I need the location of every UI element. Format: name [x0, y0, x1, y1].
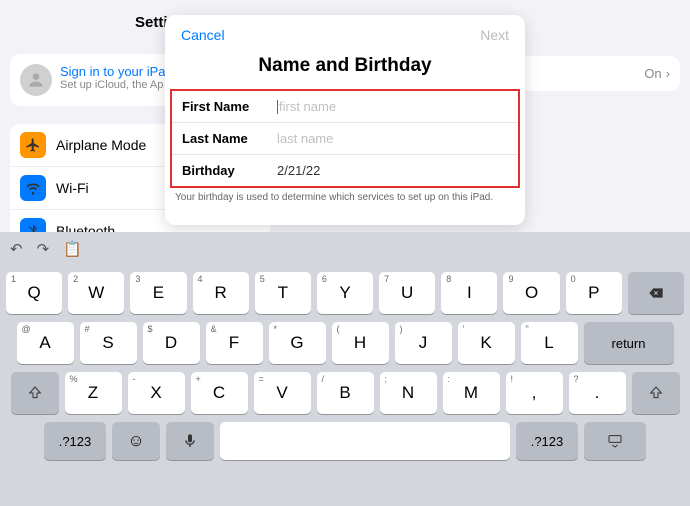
- symbols-key-right[interactable]: .?123: [516, 422, 578, 460]
- emoji-key[interactable]: ☺: [112, 422, 160, 460]
- symbols-key-left[interactable]: .?123: [44, 422, 106, 460]
- signin-link: Sign in to your iPa: [60, 64, 166, 79]
- key-,[interactable]: !,: [506, 372, 563, 414]
- key-l[interactable]: "L: [521, 322, 578, 364]
- airplane-icon: [20, 132, 46, 158]
- next-button[interactable]: Next: [480, 27, 509, 43]
- key-e[interactable]: 3E: [130, 272, 186, 314]
- key-k[interactable]: 'K: [458, 322, 515, 364]
- birthday-value[interactable]: 2/21/22: [277, 163, 320, 178]
- airplane-label: Airplane Mode: [56, 137, 146, 153]
- hide-keyboard-key[interactable]: [584, 422, 646, 460]
- text-cursor: [277, 100, 278, 114]
- backspace-key[interactable]: [628, 272, 684, 314]
- on-indicator: On ›: [530, 66, 670, 81]
- key-x[interactable]: -X: [128, 372, 185, 414]
- birthday-note: Your birthday is used to determine which…: [165, 188, 525, 207]
- key-s[interactable]: #S: [80, 322, 137, 364]
- last-name-label: Last Name: [182, 131, 277, 146]
- key-w[interactable]: 2W: [68, 272, 124, 314]
- modal-title: Name and Birthday: [165, 55, 525, 89]
- key-v[interactable]: =V: [254, 372, 311, 414]
- key-d[interactable]: $D: [143, 322, 200, 364]
- key-b[interactable]: /B: [317, 372, 374, 414]
- key-i[interactable]: 8I: [441, 272, 497, 314]
- shift-key-left[interactable]: [11, 372, 59, 414]
- key-z[interactable]: %Z: [65, 372, 122, 414]
- key-h[interactable]: (H: [332, 322, 389, 364]
- key-j[interactable]: )J: [395, 322, 452, 364]
- shift-key-right[interactable]: [632, 372, 680, 414]
- wifi-icon: [20, 175, 46, 201]
- first-name-label: First Name: [182, 99, 277, 114]
- first-name-input[interactable]: [279, 99, 508, 114]
- keyboard: ↶ ↷ 📋 1Q2W3E4R5T6Y7U8I9O0P @A#S$D&F*G(H)…: [0, 232, 690, 506]
- key-a[interactable]: @A: [17, 322, 74, 364]
- wifi-label: Wi-Fi: [56, 180, 89, 196]
- key-.[interactable]: ?.: [569, 372, 626, 414]
- name-birthday-modal: Cancel Next Name and Birthday First Name…: [165, 15, 525, 225]
- key-y[interactable]: 6Y: [317, 272, 373, 314]
- mic-key[interactable]: [166, 422, 214, 460]
- key-g[interactable]: *G: [269, 322, 326, 364]
- undo-icon[interactable]: ↶: [10, 240, 23, 258]
- key-q[interactable]: 1Q: [6, 272, 62, 314]
- birthday-label: Birthday: [182, 163, 277, 178]
- cancel-button[interactable]: Cancel: [181, 27, 225, 43]
- key-c[interactable]: +C: [191, 372, 248, 414]
- key-m[interactable]: :M: [443, 372, 500, 414]
- return-key[interactable]: return: [584, 322, 674, 364]
- avatar-icon: [20, 64, 52, 96]
- key-f[interactable]: &F: [206, 322, 263, 364]
- last-name-input[interactable]: [277, 131, 508, 146]
- key-r[interactable]: 4R: [193, 272, 249, 314]
- key-o[interactable]: 9O: [503, 272, 559, 314]
- clipboard-icon[interactable]: 📋: [63, 240, 82, 258]
- space-key[interactable]: [220, 422, 510, 460]
- signin-sub: Set up iCloud, the Ap: [60, 79, 166, 91]
- key-p[interactable]: 0P: [566, 272, 622, 314]
- chevron-right-icon: ›: [666, 66, 670, 81]
- key-n[interactable]: ;N: [380, 372, 437, 414]
- key-t[interactable]: 5T: [255, 272, 311, 314]
- redo-icon[interactable]: ↷: [37, 240, 50, 258]
- key-u[interactable]: 7U: [379, 272, 435, 314]
